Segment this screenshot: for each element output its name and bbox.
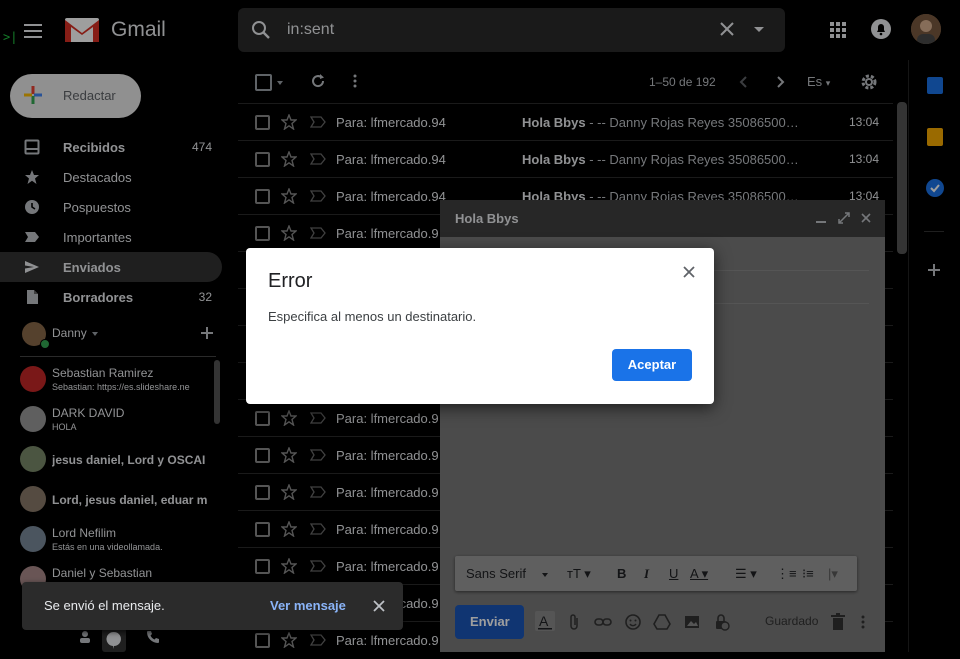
dialog-message: Especifica al menos un destinatario. <box>268 309 477 324</box>
ok-button-label: Aceptar <box>627 357 677 372</box>
view-message-link[interactable]: Ver mensaje <box>270 598 346 613</box>
snackbar-message: Se envió el mensaje. <box>44 598 165 613</box>
close-dialog-icon[interactable] <box>681 264 697 280</box>
dialog-title: Error <box>268 270 313 292</box>
close-snackbar-icon[interactable] <box>372 599 386 613</box>
